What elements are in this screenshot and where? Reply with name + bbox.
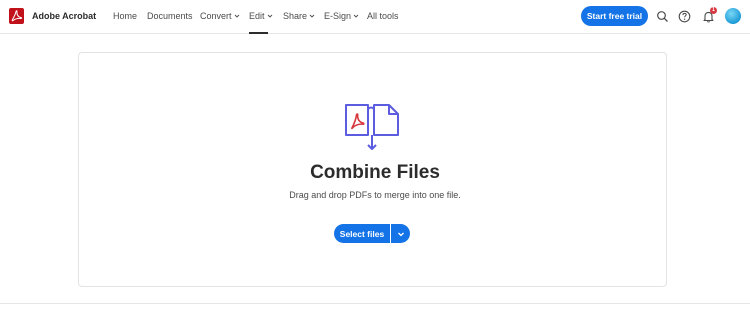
nav-esign[interactable]: E-Sign	[324, 11, 359, 21]
nav-edit[interactable]: Edit	[249, 11, 273, 21]
chevron-down-icon	[353, 14, 359, 18]
nav-convert[interactable]: Convert	[200, 11, 240, 21]
nav-home[interactable]: Home	[113, 11, 137, 21]
search-icon[interactable]	[656, 10, 669, 23]
nav-share-label: Share	[283, 11, 308, 21]
chevron-down-icon	[397, 232, 404, 236]
page-subtitle: Drag and drop PDFs to merge into one fil…	[289, 190, 461, 200]
start-free-trial-button[interactable]: Start free trial	[581, 6, 648, 26]
select-files-dropdown-button[interactable]	[391, 224, 410, 243]
nav-share[interactable]: Share	[283, 11, 315, 21]
select-files-button-group: Select files	[334, 224, 410, 243]
nav-documents-label: Documents	[147, 11, 193, 21]
nav-all-tools[interactable]: All tools	[367, 11, 399, 21]
acrobat-logo-icon[interactable]	[9, 8, 24, 24]
nav-edit-label: Edit	[249, 11, 265, 21]
top-navigation-bar: Adobe Acrobat Home Documents Convert Edi…	[0, 0, 750, 34]
chevron-down-icon	[234, 14, 239, 18]
footer-divider	[0, 303, 750, 304]
nav-home-label: Home	[113, 11, 138, 21]
user-avatar[interactable]	[725, 8, 741, 24]
nav-documents[interactable]: Documents	[147, 11, 193, 21]
notification-count-badge: 1	[710, 7, 717, 14]
nav-esign-label: E-Sign	[324, 11, 352, 21]
select-files-button[interactable]: Select files	[334, 224, 390, 243]
nav-all-tools-label: All tools	[367, 11, 399, 21]
help-icon[interactable]	[678, 10, 691, 23]
brand-name[interactable]: Adobe Acrobat	[32, 11, 96, 21]
chevron-down-icon	[309, 14, 315, 18]
nav-active-indicator	[249, 32, 268, 34]
nav-convert-label: Convert	[200, 11, 232, 21]
chevron-down-icon	[267, 14, 272, 18]
page-title: Combine Files	[310, 162, 440, 183]
combine-files-icon	[345, 104, 399, 150]
